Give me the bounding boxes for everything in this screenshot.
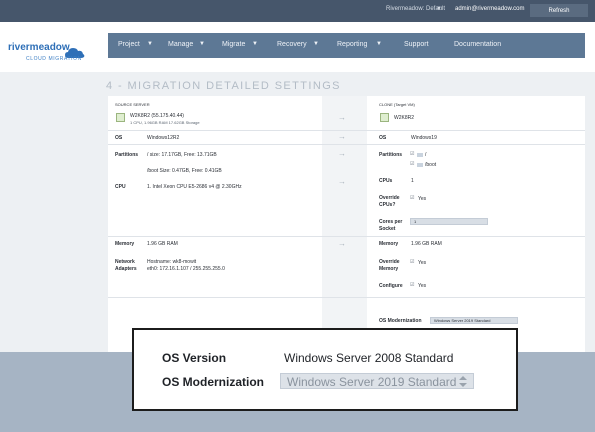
- source-server-specs: 1 CPU, 1.96GB RAM 17.62GB Storage: [130, 120, 200, 125]
- nav-item-migrate[interactable]: Migrate: [222, 41, 245, 48]
- spinner-arrows-icon[interactable]: [459, 376, 467, 387]
- logo-wordmark: rivermeadow: [8, 42, 70, 53]
- override-memory-label: Override: [379, 259, 400, 265]
- folder-icon: [417, 163, 423, 167]
- override-cpus-label-2: CPUs?: [379, 202, 396, 208]
- override-memory-value: Yes: [418, 260, 427, 266]
- row-divider: [108, 130, 585, 131]
- clone-partition-boot: /boot: [425, 162, 437, 168]
- source-partitions-label: Partitions: [115, 152, 139, 158]
- clone-cpus-label: CPUs: [379, 178, 393, 184]
- source-memory-value: 1.96 GB RAM: [147, 241, 178, 247]
- nav-item-recovery[interactable]: Recovery: [277, 41, 307, 48]
- override-cpus-checkbox[interactable]: ☑: [410, 195, 414, 201]
- override-cpus-value: Yes: [418, 196, 427, 202]
- override-memory-label-2: Memory: [379, 266, 399, 272]
- nav-item-reporting[interactable]: Reporting: [337, 41, 367, 48]
- source-hostname: Hostname: wk8-mowit: [147, 259, 197, 265]
- chevron-down-icon[interactable]: ▼: [199, 41, 205, 47]
- row-divider: [108, 297, 585, 298]
- os-version-value: Windows Server 2008 Standard: [284, 351, 454, 365]
- clone-partitions-label: Partitions: [379, 152, 403, 158]
- windows-server-icon: [116, 113, 125, 122]
- os-modernization-select[interactable]: Windows Server 2019 Standard: [280, 373, 474, 389]
- arrow-right-icon: →: [338, 113, 346, 122]
- page-title: 4 - MIGRATION DETAILED SETTINGS: [106, 80, 341, 92]
- folder-icon: [417, 153, 423, 157]
- chevron-down-icon[interactable]: ▼: [436, 6, 442, 12]
- cores-per-socket-label-2: Socket: [379, 226, 396, 232]
- clone-cpus-value: 1: [411, 178, 414, 184]
- zoom-callout: OS Version Windows Server 2008 Standard …: [132, 328, 518, 411]
- row-divider: [108, 236, 585, 237]
- arrow-right-icon: →: [338, 177, 346, 186]
- nav-item-documentation[interactable]: Documentation: [454, 41, 501, 48]
- source-memory-label: Memory: [115, 241, 135, 247]
- os-version-label: OS Version: [162, 351, 227, 365]
- clone-header: CLONE (Target VM): [379, 102, 415, 107]
- configure-checkbox[interactable]: ☑: [410, 282, 414, 288]
- os-modernization-label: OS Modernization: [379, 318, 422, 324]
- source-eth0: eth0: 172.16.1.107 / 255.255.255.0: [147, 266, 225, 272]
- source-partition-boot: /boot Size: 0.47GB, Free: 0.41GB: [147, 168, 222, 174]
- source-server-name: W2K8R2 (55.175.40.44): [130, 113, 184, 119]
- refresh-button[interactable]: Refresh: [530, 4, 588, 17]
- configure-value: Yes: [418, 283, 427, 289]
- nav-item-support[interactable]: Support: [404, 41, 429, 48]
- nav-item-manage[interactable]: Manage: [168, 41, 193, 48]
- chevron-down-icon[interactable]: ▼: [252, 41, 258, 47]
- main-nav: Project ▼ Manage ▼ Migrate ▼ Recovery ▼ …: [108, 33, 585, 58]
- source-partition-root: / size: 17.17GB, Free: 13.71GB: [147, 152, 217, 158]
- partition-root-checkbox[interactable]: ☑: [410, 151, 414, 157]
- clone-os-value: Windows19: [411, 135, 437, 141]
- override-cpus-label: Override: [379, 195, 400, 201]
- source-cpu-value: 1. Intel Xeon CPU E5-2686 v4 @ 2.30GHz: [147, 184, 242, 190]
- os-modernization-select[interactable]: Windows Server 2019 Standard: [430, 317, 518, 324]
- rivermeadow-logo[interactable]: rivermeadow CLOUD MIGRATION: [8, 42, 108, 76]
- row-divider: [108, 144, 585, 145]
- source-network-label: Network: [115, 259, 135, 265]
- user-email[interactable]: admin@rivermeadow.com: [455, 6, 524, 12]
- source-server-header: SOURCE SERVER: [115, 102, 150, 107]
- cores-per-socket-select[interactable]: 1: [410, 218, 488, 225]
- arrow-right-icon: →: [338, 132, 346, 141]
- source-cpu-label: CPU: [115, 184, 126, 190]
- chevron-down-icon[interactable]: ▼: [313, 41, 319, 47]
- windows-server-icon: [380, 113, 389, 122]
- partition-boot-checkbox[interactable]: ☑: [410, 161, 414, 167]
- chevron-down-icon[interactable]: ▼: [376, 41, 382, 47]
- clone-partition-root: /: [425, 152, 427, 158]
- configure-label: Configure: [379, 283, 403, 289]
- nav-item-project[interactable]: Project: [118, 41, 140, 48]
- override-memory-checkbox[interactable]: ☑: [410, 259, 414, 265]
- cores-per-socket-label: Cores per: [379, 219, 403, 225]
- clone-name: W2K8R2: [394, 115, 415, 121]
- logo-tagline: CLOUD MIGRATION: [26, 56, 82, 62]
- arrow-right-icon: →: [338, 239, 346, 248]
- source-adapters-label: Adapters: [115, 266, 137, 272]
- arrow-right-icon: →: [338, 149, 346, 158]
- source-os-value: Windows12R2: [147, 135, 180, 141]
- source-os-label: OS: [115, 135, 123, 141]
- top-bar: Rivermeadow: Default ▼ admin@rivermeadow…: [0, 0, 595, 22]
- clone-memory-label: Memory: [379, 241, 399, 247]
- chevron-down-icon[interactable]: ▼: [147, 41, 153, 47]
- os-modernization-label: OS Modernization: [162, 375, 264, 389]
- clone-os-label: OS: [379, 135, 387, 141]
- os-modernization-value: Windows Server 2019 Standard: [287, 375, 457, 389]
- clone-memory-value: 1.96 GB RAM: [411, 241, 442, 247]
